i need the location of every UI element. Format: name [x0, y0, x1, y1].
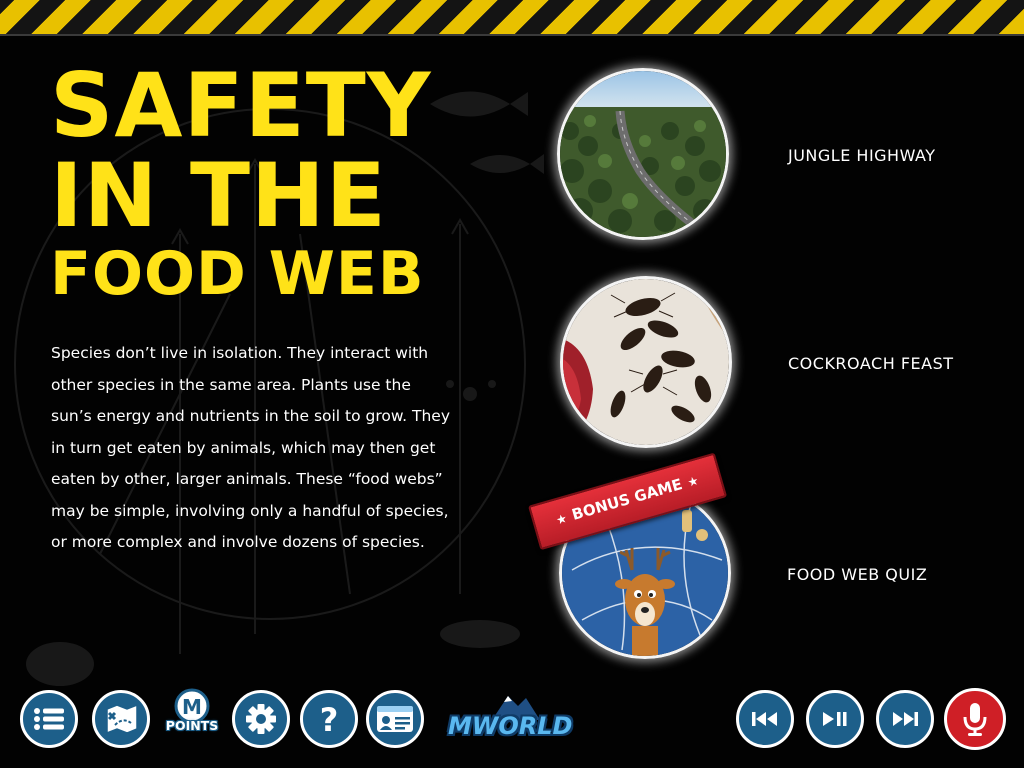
svg-text:?: ?	[320, 702, 339, 736]
episode-cockroach-feast[interactable]: COCKROACH FEAST	[560, 276, 980, 448]
page: SAFETY IN THE FOOD WEB Species don’t liv…	[0, 0, 1024, 768]
hazard-stripe-banner	[0, 0, 1024, 36]
points-badge-letter: M	[182, 695, 202, 719]
highway-forest-image	[560, 71, 726, 237]
episode-label[interactable]: FOOD WEB QUIZ	[787, 565, 927, 584]
highway-forest-thumbnail[interactable]	[557, 68, 729, 240]
map-button[interactable]	[92, 690, 150, 748]
next-button[interactable]	[876, 690, 934, 748]
skip-forward-icon	[893, 712, 918, 726]
question-icon: ?	[320, 702, 339, 736]
microphone-icon	[963, 703, 987, 736]
points-button[interactable]: M POINTS	[160, 688, 224, 752]
cockroach-thumbnail[interactable]	[560, 276, 732, 448]
episode-label[interactable]: JUNGLE HIGHWAY	[788, 146, 936, 165]
map-icon	[106, 703, 138, 735]
id-card-button[interactable]	[366, 690, 424, 748]
id-card-icon	[377, 706, 413, 732]
title-line: SAFETY	[50, 54, 432, 157]
title-line: IN THE	[50, 144, 387, 247]
episode-jungle-highway[interactable]: JUNGLE HIGHWAY	[557, 68, 977, 240]
help-button[interactable]: ?	[300, 690, 358, 748]
cockroaches-image	[563, 279, 729, 445]
play-pause-button[interactable]	[806, 690, 864, 748]
star-icon: ★	[685, 473, 701, 490]
play-pause-icon	[823, 712, 847, 726]
mworld-logo: MWORLD	[448, 690, 572, 750]
list-icon	[34, 708, 64, 730]
previous-button[interactable]	[736, 690, 794, 748]
menu-button[interactable]	[20, 690, 78, 748]
mworld-logo-text: MWORLD	[448, 712, 573, 740]
intro-paragraph: Species don’t live in isolation. They in…	[51, 344, 450, 551]
microphone-button[interactable]	[944, 688, 1006, 750]
page-title: SAFETY IN THE FOOD WEB	[50, 54, 432, 309]
points-label: POINTS	[165, 718, 219, 733]
skip-back-icon	[752, 712, 777, 726]
gear-icon	[246, 704, 276, 734]
title-line: FOOD WEB	[50, 239, 425, 309]
episode-label[interactable]: COCKROACH FEAST	[788, 354, 954, 373]
settings-button[interactable]	[232, 690, 290, 748]
star-icon: ★	[554, 511, 569, 528]
